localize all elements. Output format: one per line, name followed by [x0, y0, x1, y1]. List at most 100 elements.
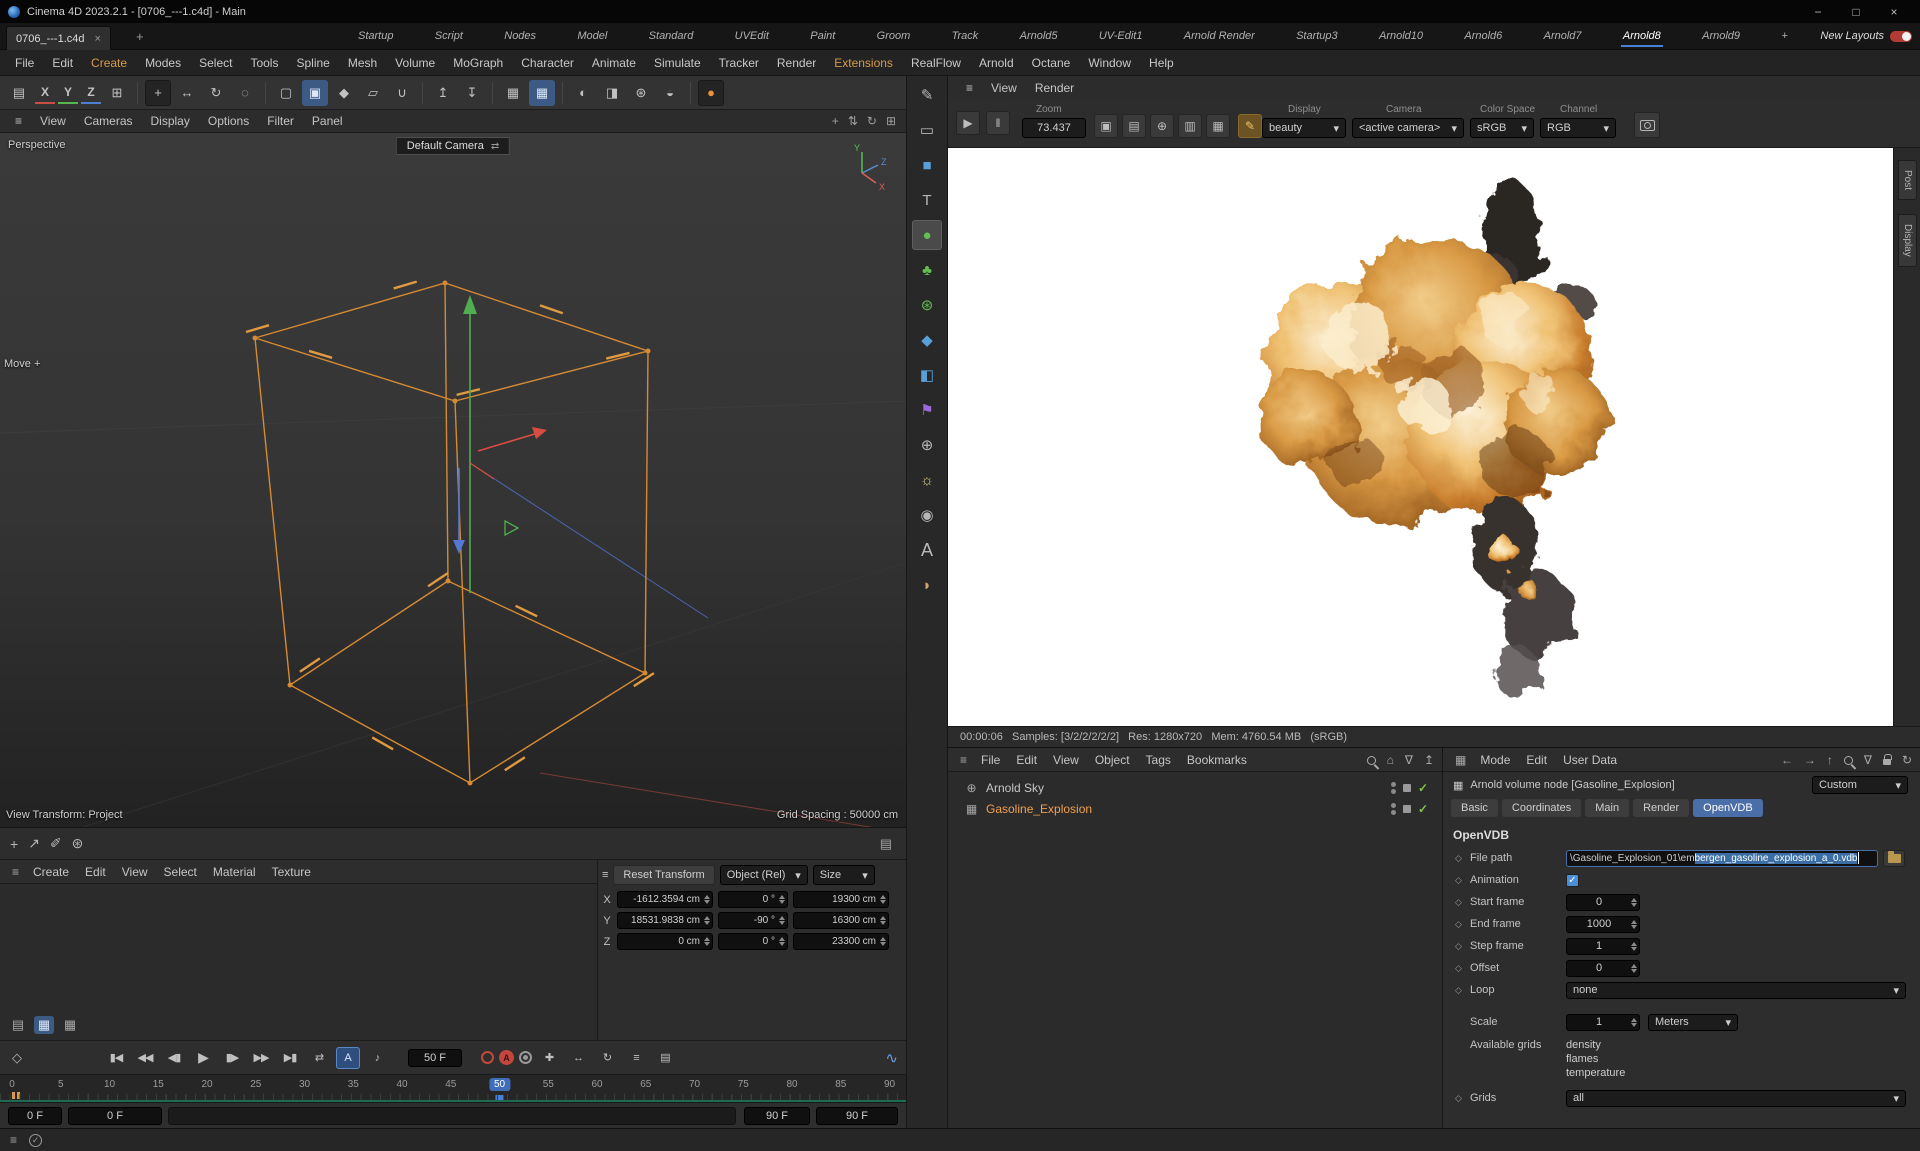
viewport-menu-display[interactable]: Display: [142, 112, 199, 130]
render-view-button[interactable]: ◐: [570, 80, 596, 106]
next-frame-button[interactable]: ▮▶: [220, 1047, 244, 1069]
viewport-menu-panel[interactable]: Panel: [303, 112, 352, 130]
keyframe-selection-button[interactable]: [519, 1051, 532, 1064]
layout-tab-script[interactable]: Script: [433, 25, 465, 47]
sky-object-icon[interactable]: ⊕: [912, 430, 942, 460]
step-frame-field[interactable]: 1: [1566, 937, 1640, 955]
rotate-view-icon[interactable]: ↻: [867, 114, 877, 128]
layout-tab-uvedit1[interactable]: UV-Edit1: [1097, 25, 1145, 47]
panel-box-button[interactable]: ▤: [880, 836, 892, 852]
text-object-icon[interactable]: T: [912, 185, 942, 215]
ruler-tick-75[interactable]: 75: [733, 1078, 754, 1091]
snapshot-icon[interactable]: ▣: [1094, 114, 1118, 138]
menu-spline[interactable]: Spline: [287, 52, 338, 74]
layout-tab-startup3[interactable]: Startup3: [1294, 25, 1340, 47]
keyframe-diamond-icon[interactable]: ◇: [12, 1050, 22, 1066]
material-compact-view-button[interactable]: ▦: [60, 1016, 80, 1034]
visibility-dots-toggle[interactable]: [1390, 802, 1396, 815]
range-end-field-2[interactable]: 90 F: [816, 1107, 898, 1125]
visibility-dots-toggle[interactable]: [1390, 781, 1396, 794]
render-view-hamburger-icon[interactable]: ≡: [958, 79, 981, 97]
key-position-button[interactable]: ✚: [537, 1047, 561, 1069]
loop-dropdown[interactable]: none ▾: [1566, 981, 1906, 999]
play-mode-button[interactable]: A: [336, 1046, 360, 1069]
viewport-menu-view[interactable]: View: [31, 112, 75, 130]
selection-filter-button[interactable]: ▢: [273, 80, 299, 106]
pick-object-button[interactable]: ↗: [28, 835, 40, 852]
menu-render[interactable]: Render: [768, 52, 825, 74]
volume-object-icon[interactable]: ●: [912, 220, 942, 250]
viewport-menu-cameras[interactable]: Cameras: [75, 112, 142, 130]
move-up-button[interactable]: ↥: [430, 80, 456, 106]
material-menu-edit[interactable]: Edit: [77, 863, 114, 881]
rotation-p-field[interactable]: -90 °: [718, 912, 788, 929]
workplane-panel-button[interactable]: ▤: [6, 80, 32, 106]
goto-end-button[interactable]: ▶▮: [278, 1047, 302, 1069]
loop-playback-button[interactable]: ⇄: [307, 1047, 331, 1069]
layout-toggle[interactable]: [1890, 31, 1912, 42]
ruler-tick-35[interactable]: 35: [343, 1078, 364, 1091]
animation-dot-icon[interactable]: ◇: [1455, 941, 1470, 952]
layout-tab-groom[interactable]: Groom: [875, 25, 913, 47]
coordinates-mode-dropdown[interactable]: Object (Rel) ▾: [719, 865, 808, 885]
viewport-hamburger-icon[interactable]: ≡: [6, 112, 31, 130]
prev-frame-button[interactable]: ◀▮: [162, 1047, 186, 1069]
forward-icon[interactable]: →: [1804, 753, 1816, 767]
render-picture-button[interactable]: ◨: [599, 80, 625, 106]
minimize-button[interactable]: −: [1800, 2, 1836, 22]
colorspace-dropdown[interactable]: sRGB ▾: [1470, 118, 1534, 138]
om-menu-edit[interactable]: Edit: [1008, 751, 1045, 769]
next-key-button[interactable]: ▶▶: [249, 1047, 273, 1069]
coordinates-size-dropdown[interactable]: Size ▾: [812, 865, 875, 885]
material-grid-view-button[interactable]: ▦: [34, 1016, 54, 1034]
record-keyframe-button[interactable]: [481, 1051, 494, 1064]
om-menu-view[interactable]: View: [1045, 751, 1087, 769]
home-icon[interactable]: ⌂: [1387, 753, 1394, 767]
debug-shading-icon[interactable]: ✎: [1238, 114, 1262, 138]
tab-main[interactable]: Main: [1585, 799, 1630, 817]
last-tool-button[interactable]: ◌: [232, 80, 258, 106]
scale-unit-dropdown[interactable]: Meters ▾: [1648, 1013, 1738, 1031]
ruler-tick-25[interactable]: 25: [245, 1078, 266, 1091]
layer-square-toggle[interactable]: [1402, 804, 1411, 813]
add-object-button[interactable]: +: [10, 836, 18, 852]
layout-tab-arnold9[interactable]: Arnold9: [1700, 25, 1742, 47]
current-frame-field[interactable]: 50 F: [408, 1048, 462, 1067]
om-menu-file[interactable]: File: [973, 751, 1008, 769]
camera-object-icon[interactable]: ◉: [912, 500, 942, 530]
start-frame-field[interactable]: 0: [1566, 893, 1640, 911]
render-view-menu-view[interactable]: View: [983, 79, 1025, 97]
grid-button[interactable]: ▦: [500, 80, 526, 106]
material-menu-create[interactable]: Create: [25, 863, 77, 881]
animation-dot-icon[interactable]: ◇: [1455, 963, 1470, 974]
key-pla-button[interactable]: ▤: [653, 1047, 677, 1069]
layout-tab-model[interactable]: Model: [575, 25, 609, 47]
play-button[interactable]: ▶: [191, 1047, 215, 1069]
options-gear-button[interactable]: ⊛: [72, 835, 84, 852]
animation-checkbox[interactable]: ✓: [1566, 873, 1579, 887]
tab-render[interactable]: Render: [1633, 799, 1690, 817]
cube-object-icon[interactable]: ■: [912, 150, 942, 180]
animation-dot-icon[interactable]: ◇: [1455, 875, 1470, 886]
offset-field[interactable]: 0: [1566, 959, 1640, 977]
menu-tracker[interactable]: Tracker: [710, 52, 768, 74]
y-lock-button[interactable]: Y: [58, 82, 78, 104]
menu-tools[interactable]: Tools: [241, 52, 287, 74]
viewport-menu-filter[interactable]: Filter: [258, 112, 303, 130]
animation-dot-icon[interactable]: ◇: [1455, 853, 1470, 864]
object-row-arnold-sky[interactable]: ⊕ Arnold Sky ✓: [948, 777, 1442, 798]
render-play-button[interactable]: ▶: [956, 111, 980, 135]
status-hamburger-icon[interactable]: ≡: [10, 1133, 17, 1147]
attribute-grid-icon[interactable]: ▦: [1449, 751, 1472, 769]
layout-tab-arnold10[interactable]: Arnold10: [1377, 25, 1425, 47]
key-rotation-button[interactable]: ↻: [595, 1047, 619, 1069]
dolly-view-icon[interactable]: ⇅: [848, 114, 858, 128]
modeling-axis-button[interactable]: ▣: [302, 79, 328, 106]
expand-icon[interactable]: ▥: [1178, 114, 1202, 138]
range-end-field[interactable]: 90 F: [744, 1107, 810, 1125]
layout-tab-arnold6[interactable]: Arnold6: [1462, 25, 1504, 47]
object-name[interactable]: Arnold Sky: [986, 781, 1044, 795]
pan-view-icon[interactable]: +: [832, 114, 839, 128]
mograph-object-icon[interactable]: ◧: [912, 360, 942, 390]
export-icon[interactable]: ↥: [1424, 753, 1434, 767]
